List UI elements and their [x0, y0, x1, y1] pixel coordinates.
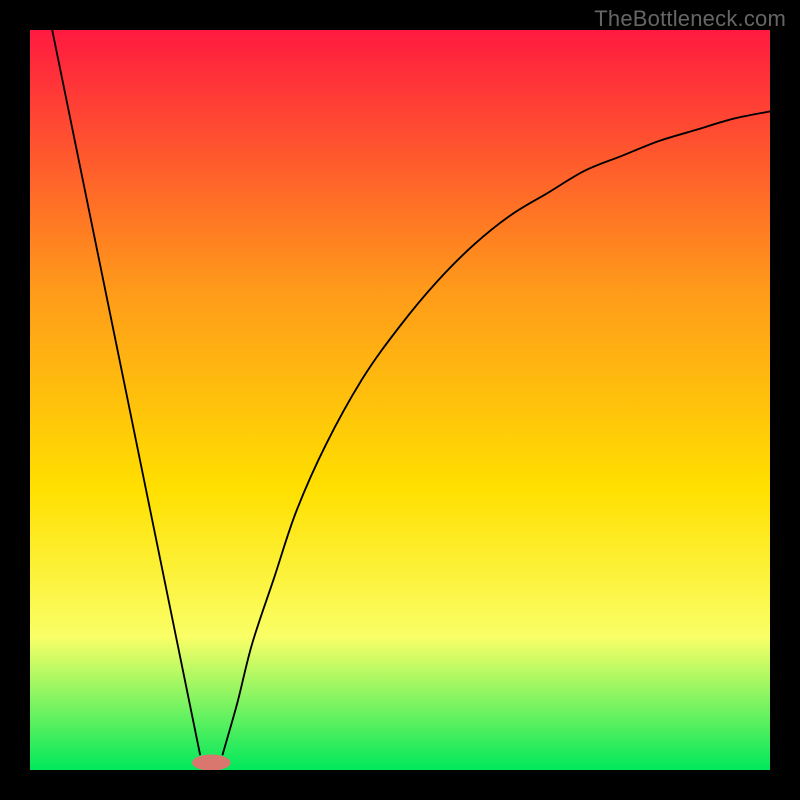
- watermark-text: TheBottleneck.com: [594, 6, 786, 32]
- minimum-marker: [192, 754, 230, 770]
- bottleneck-curve-chart: [30, 30, 770, 770]
- plot-area: [30, 30, 770, 770]
- chart-frame: TheBottleneck.com: [0, 0, 800, 800]
